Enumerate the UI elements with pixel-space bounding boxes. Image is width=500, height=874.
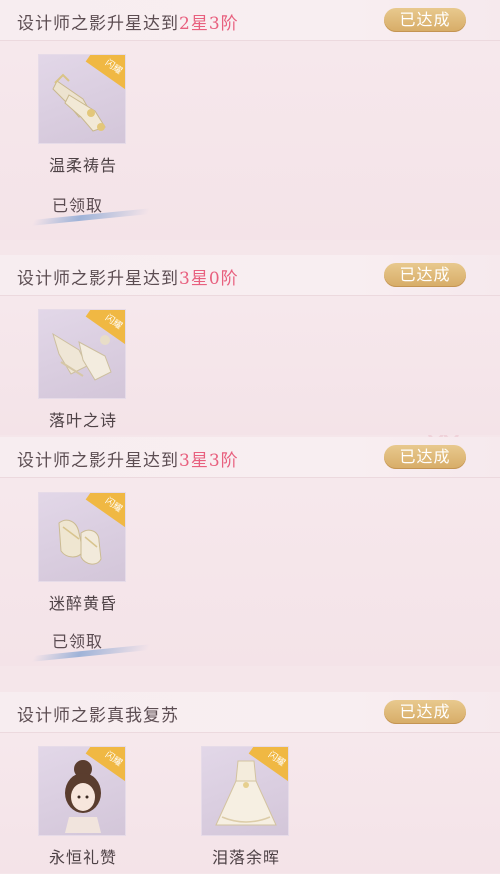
section-title: 设计师之影升星达到2星3阶 <box>17 14 239 34</box>
achieved-badge: 已达成 <box>384 445 466 469</box>
section-title: 设计师之影真我复苏 <box>17 706 179 726</box>
claimed-label: 已领取 <box>31 628 151 662</box>
claimed-label: 已领取 <box>31 192 151 226</box>
reward-thumbnail: 闪耀 <box>38 492 126 582</box>
reward-thumbnail: 闪耀 <box>38 54 126 144</box>
achieved-badge: 已达成 <box>384 8 466 32</box>
reward-thumbnail: 闪耀 <box>38 309 126 399</box>
reward-section-header: 设计师之影升星达到2星3阶 已达成 <box>0 0 500 40</box>
reward-name: 迷醉黄昏 <box>48 594 117 613</box>
achieved-badge: 已达成 <box>384 700 466 724</box>
reward-section-header: 设计师之影真我复苏 已达成 <box>0 692 500 732</box>
section-title: 设计师之影升星达到3星0阶 <box>17 269 239 289</box>
achieved-badge: 已达成 <box>384 263 466 287</box>
reward-name: 温柔祷告 <box>48 156 117 175</box>
reward-name: 永恒礼赞 <box>48 848 117 867</box>
reward-section-header: 设计师之影升星达到3星0阶 已达成 <box>0 255 500 295</box>
reward-name: 落叶之诗 <box>48 411 117 430</box>
reward-thumbnail: 闪耀 <box>38 746 126 836</box>
reward-section-header: 设计师之影升星达到3星3阶 已达成 <box>0 437 500 477</box>
reward-thumbnail: 闪耀 <box>201 746 289 836</box>
section-title: 设计师之影升星达到3星3阶 <box>17 451 239 471</box>
reward-name: 泪落余晖 <box>211 848 280 867</box>
